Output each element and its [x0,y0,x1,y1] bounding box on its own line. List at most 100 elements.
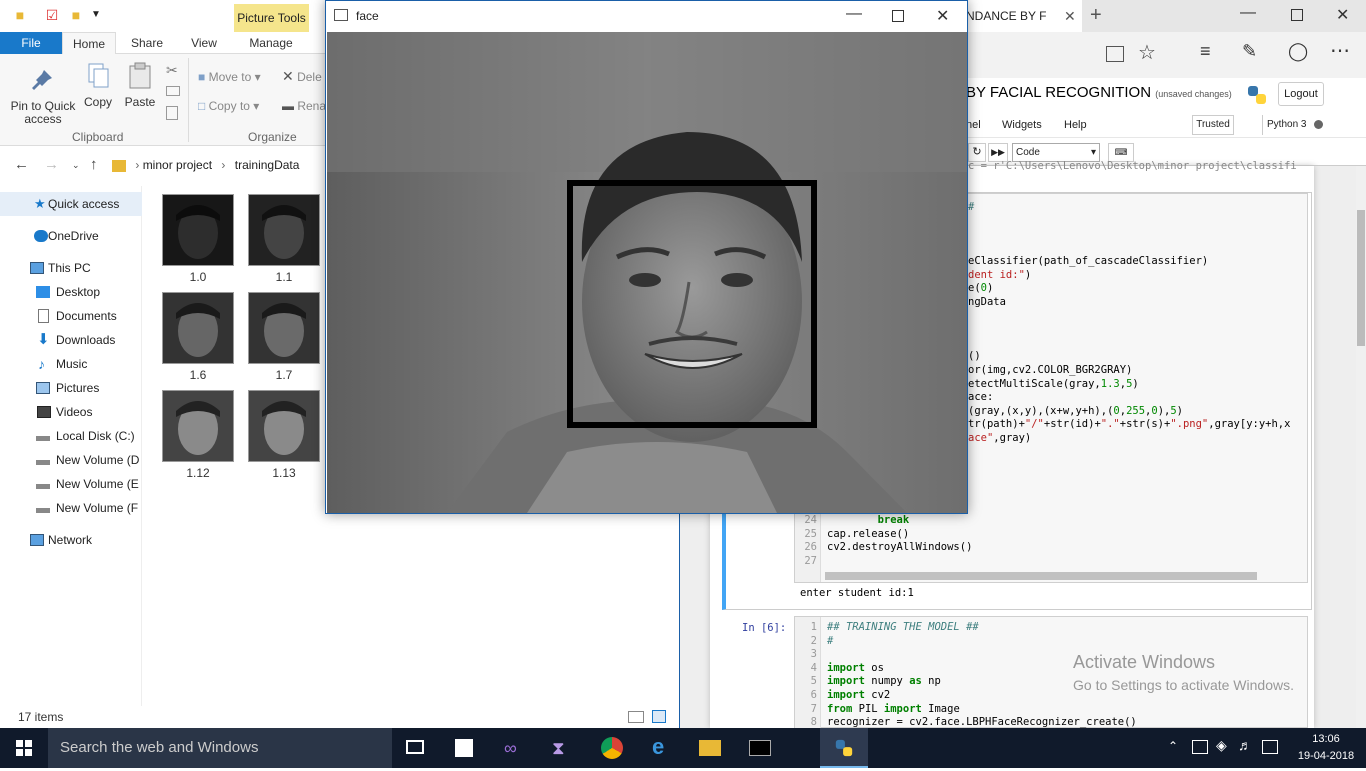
menu-widgets[interactable]: Widgets [1002,119,1042,131]
python-app[interactable] [820,728,868,768]
new-tab-icon[interactable]: + [1090,4,1102,27]
horizontal-scroll-thumb[interactable] [825,572,1257,580]
file-item[interactable]: 1.6 [162,292,234,382]
file-item[interactable]: 1.0 [162,194,234,284]
notebook-title[interactable]: BY FACIAL RECOGNITION (unsaved changes) [966,84,1232,101]
volume-icon[interactable]: ♬ [1238,737,1252,753]
copy-button[interactable]: Copy [82,62,114,109]
more-icon[interactable]: ⋯ [1330,38,1350,63]
clock[interactable]: 13:06 19-04-2018 [1288,731,1364,765]
clipboard-group-label: Clipboard [72,130,124,144]
rename-button[interactable]: ▬ Rena [282,99,326,113]
logout-button[interactable]: Logout [1278,82,1324,106]
breadcrumb-item[interactable]: minor project [143,158,212,172]
trusted-badge[interactable]: Trusted [1192,115,1234,135]
browser-tab[interactable]: NDANCE BY F ✕ [960,0,1082,32]
nav-item-volume-e[interactable]: New Volume (E [0,472,142,496]
copy-to-button[interactable]: □ Copy to ▾ [198,99,259,113]
store-app[interactable] [440,728,488,768]
visual-studio-app[interactable]: ∞ [490,728,538,768]
tab-view[interactable]: View [182,32,226,54]
file-item[interactable]: 1.13 [248,390,320,480]
share-icon[interactable]: ◯ [1288,41,1308,62]
menu-help[interactable]: Help [1064,119,1087,131]
visual-studio-blend-app[interactable]: ⧗ [540,728,588,768]
music-icon: ♪ [38,356,45,372]
nav-item-videos[interactable]: Videos [0,400,142,424]
action-center-icon[interactable] [1192,740,1208,754]
task-view-button[interactable] [392,728,440,768]
face-image [262,401,306,455]
start-button[interactable] [0,728,48,768]
file-explorer-app[interactable] [686,728,734,768]
nav-item-quick-access[interactable]: ★ Quick access [0,192,142,216]
nav-item-volume-d[interactable]: New Volume (D [0,448,142,472]
tab-share[interactable]: Share [124,32,170,54]
notifications-icon[interactable] [1262,740,1278,754]
title-text: BY FACIAL RECOGNITION [966,84,1152,101]
nav-item-desktop[interactable]: Desktop [0,280,142,304]
close-tab-icon[interactable]: ✕ [1064,0,1076,32]
download-icon: ⬇ [37,331,50,348]
delete-button[interactable]: ✕ Dele [282,68,326,85]
file-item[interactable]: 1.12 [162,390,234,480]
close-icon[interactable]: ✕ [936,6,949,26]
search-box[interactable]: Search the web and Windows [48,728,392,768]
nav-item-downloads[interactable]: ⬇ Downloads [0,328,142,352]
paste-button[interactable]: Paste [122,62,158,109]
maximize-icon[interactable] [1291,9,1303,21]
cut-icon[interactable]: ✂ [166,62,178,79]
breadcrumb-item[interactable]: trainingData [235,158,300,172]
scrollbar-thumb[interactable] [1357,210,1365,346]
tab-home[interactable]: Home [62,32,116,55]
minimize-icon[interactable]: — [1240,4,1256,22]
close-icon[interactable]: ✕ [1336,5,1349,25]
details-view-icon[interactable] [628,711,644,723]
pin-to-quick-access-button[interactable]: Pin to Quick access [6,66,80,126]
face-window-titlebar[interactable]: face — ✕ [326,1,967,31]
delete-label: Dele [297,70,322,84]
menu-kernel[interactable]: nel [966,119,981,131]
recent-locations-icon[interactable]: ⌄ [72,160,80,171]
up-arrow-icon[interactable]: ↑ [90,156,98,173]
edge-app[interactable]: e [638,728,686,768]
favorites-star-icon[interactable]: ☆ [1138,40,1156,65]
tab-manage[interactable]: Manage [240,32,302,54]
nav-item-documents[interactable]: Documents [0,304,142,328]
copy-to-icon: □ [198,99,206,113]
chrome-app[interactable] [588,728,636,768]
new-folder-icon[interactable]: ■ [68,7,84,23]
nav-item-pictures[interactable]: Pictures [0,376,142,400]
tab-file[interactable]: File [0,32,62,54]
copy-path-icon[interactable] [166,86,180,96]
show-hidden-icons-icon[interactable]: ⌃ [1168,739,1178,753]
nav-item-volume-f[interactable]: New Volume (F [0,496,142,520]
organize-group-label: Organize [248,130,297,144]
forward-arrow-icon[interactable]: → [44,156,59,173]
back-arrow-icon[interactable]: ← [14,156,29,173]
copy-to-label: Copy to [208,99,250,113]
nav-item-music[interactable]: ♪ Music [0,352,142,376]
page-scrollbar[interactable] [1356,166,1366,728]
nav-item-network[interactable]: Network [0,528,142,552]
customize-qat-icon[interactable]: ▼ [88,7,104,23]
file-item[interactable]: 1.1 [248,194,320,284]
nav-item-onedrive[interactable]: OneDrive [0,224,142,248]
maximize-icon[interactable] [892,10,904,22]
web-note-icon[interactable]: ✎ [1242,41,1257,62]
file-item[interactable]: 1.7 [248,292,320,382]
folder-icon[interactable]: ■ [12,7,28,23]
paste-shortcut-icon[interactable] [166,106,178,120]
large-icons-view-icon[interactable] [652,710,666,723]
nav-item-this-pc[interactable]: This PC [0,256,142,280]
videos-icon [37,406,51,418]
command-prompt-app[interactable] [736,728,784,768]
nav-item-local-disk[interactable]: Local Disk (C:) [0,424,142,448]
move-to-button[interactable]: ■ Move to ▾ [198,70,261,84]
window-title: face [356,9,379,23]
minimize-icon[interactable]: — [846,5,862,23]
properties-icon[interactable]: ☑ [44,7,60,23]
reading-view-icon[interactable] [1106,46,1124,62]
wifi-icon[interactable]: ◈ [1216,737,1227,754]
hub-icon[interactable]: ≡ [1200,41,1211,62]
